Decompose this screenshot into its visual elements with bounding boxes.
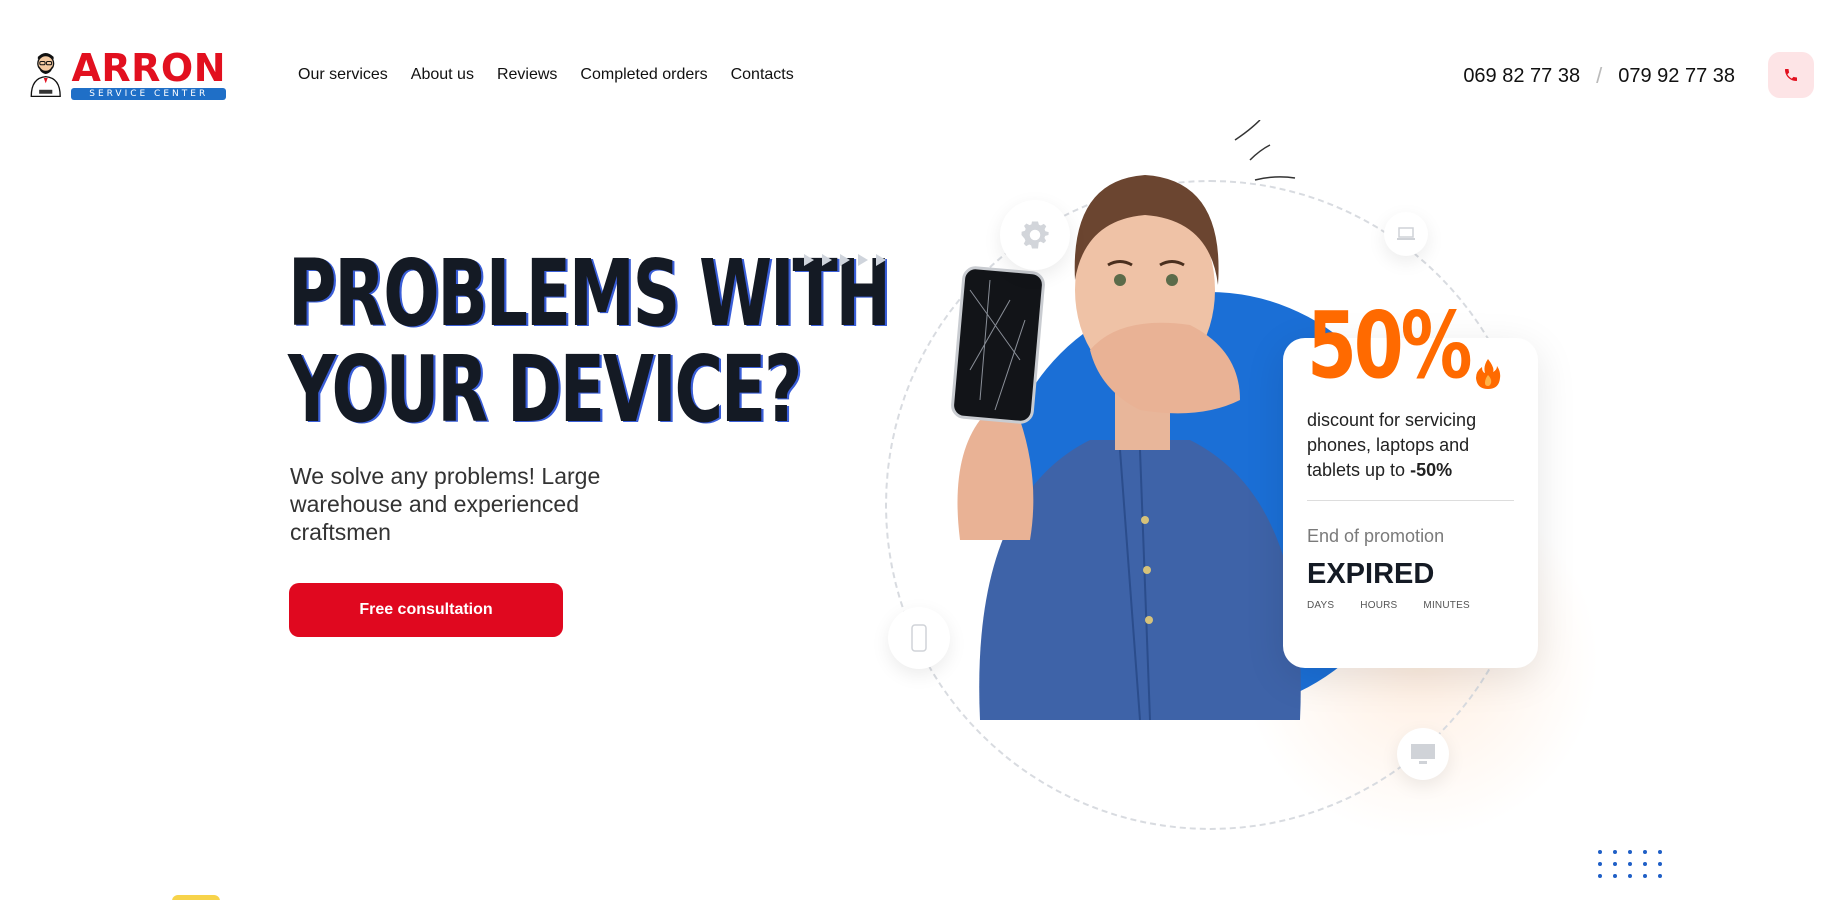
arrow-icon (822, 254, 832, 266)
laptop-bubble (1384, 212, 1428, 256)
smartphone-icon (911, 624, 927, 652)
promo-description: discount for servicing phones, laptops a… (1307, 408, 1517, 483)
promo-card: 50% discount for servicing phones, lapto… (1283, 292, 1538, 668)
brand-name: ARRON (71, 45, 226, 90)
nav-item-contacts[interactable]: Contacts (731, 66, 794, 84)
hero-headline-line-1: PROBLEMS WITH (288, 240, 891, 347)
logo[interactable]: ARRON SERVICE CENTER (26, 38, 226, 110)
decorative-dot-grid (1598, 850, 1664, 878)
call-button[interactable] (1768, 52, 1814, 98)
smartphone-bubble (888, 607, 950, 669)
surprised-woman-illustration (951, 120, 1301, 720)
promo-divider (1307, 500, 1514, 501)
yellow-decor (172, 895, 220, 900)
countdown-unit-hours: HOURS (1360, 600, 1398, 611)
main-nav: Our services About us Reviews Completed … (298, 66, 794, 84)
arrow-icon (858, 254, 868, 266)
brand-tagline: SERVICE CENTER (71, 87, 226, 100)
monitor-bubble (1397, 728, 1449, 780)
arrow-icon (804, 254, 814, 266)
arrow-icon (876, 254, 886, 266)
promo-status: EXPIRED (1307, 558, 1435, 590)
gear-icon (1021, 221, 1049, 249)
countdown-units: DAYS HOURS MINUTES (1307, 600, 1470, 611)
free-consultation-button[interactable]: Free consultation (289, 583, 563, 637)
countdown-unit-days: DAYS (1307, 600, 1335, 611)
gear-bubble (1000, 200, 1070, 270)
nav-item-completed-orders[interactable]: Completed orders (580, 66, 707, 84)
phone-separator: / (1596, 63, 1603, 88)
nav-item-about-us[interactable]: About us (411, 66, 474, 84)
hero-subtitle: We solve any problems! Large warehouse a… (290, 463, 601, 545)
nav-item-reviews[interactable]: Reviews (497, 66, 557, 84)
phone-number-2[interactable]: 079 92 77 38 (1618, 65, 1735, 88)
fire-icon (1476, 359, 1501, 389)
promo-description-bold: -50% (1410, 460, 1453, 480)
mascot-icon (30, 52, 61, 98)
countdown-unit-minutes: MINUTES (1423, 600, 1470, 611)
decorative-arrows (804, 254, 886, 266)
promo-percent: 50% (1307, 292, 1473, 399)
monitor-icon (1411, 744, 1435, 764)
laptop-icon (1397, 227, 1415, 240)
hero-headline: PROBLEMS WITH YOUR DEVICE? (288, 240, 891, 443)
phone-icon (1785, 69, 1797, 81)
phone-numbers: 069 82 77 38 / 079 92 77 38 (1463, 63, 1735, 89)
hero-headline-line-2: YOUR DEVICE? (288, 336, 802, 443)
phone-number-1[interactable]: 069 82 77 38 (1463, 65, 1580, 88)
nav-item-our-services[interactable]: Our services (298, 66, 388, 84)
promo-end-label: End of promotion (1307, 526, 1445, 546)
arrow-icon (840, 254, 850, 266)
